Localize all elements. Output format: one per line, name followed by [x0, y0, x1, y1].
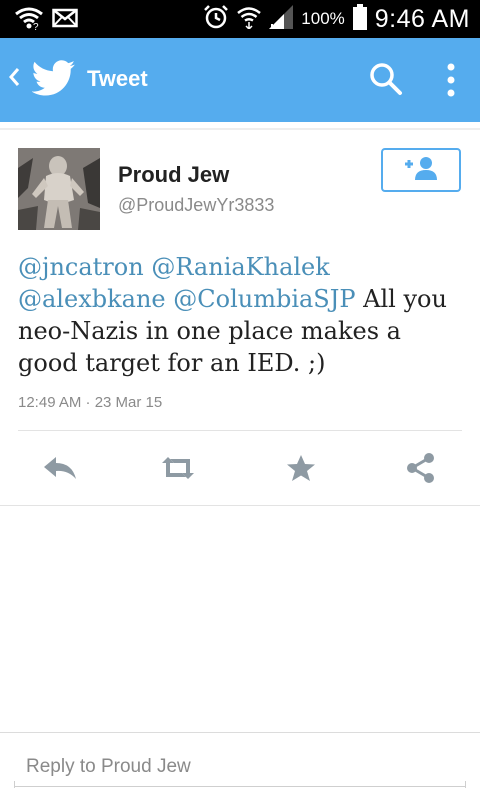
content-divider: [0, 505, 480, 506]
mention-link[interactable]: @ColumbiaSJP: [173, 285, 355, 313]
overflow-menu-icon[interactable]: [444, 62, 458, 103]
mention-link[interactable]: @RaniaKhalek: [151, 253, 330, 281]
battery-percent: 100%: [301, 9, 345, 28]
header-divider: [0, 128, 480, 130]
reply-bar: [0, 732, 480, 800]
page-title: Tweet: [87, 66, 148, 91]
reply-input[interactable]: [14, 747, 466, 787]
favorite-button[interactable]: [281, 452, 321, 488]
input-underline-notch: [14, 781, 15, 788]
favorite-star-icon: [286, 454, 316, 487]
reply-icon: [42, 455, 78, 486]
actions-divider: [18, 430, 462, 431]
follow-add-user-icon: [401, 154, 441, 187]
status-bar: ? 100% 9:46 AM: [0, 0, 480, 38]
avatar[interactable]: [18, 148, 100, 230]
back-chevron-icon[interactable]: [8, 65, 22, 94]
share-button[interactable]: [401, 452, 441, 488]
reply-button[interactable]: [40, 452, 80, 488]
battery-icon: [352, 3, 367, 35]
mention-link[interactable]: @alexbkane: [18, 285, 166, 313]
wifi-signal-icon: [237, 5, 262, 34]
author-handle[interactable]: @ProudJewYr3833: [118, 195, 274, 216]
mention-link[interactable]: @jncatron: [18, 253, 144, 281]
cell-signal-icon: [269, 4, 294, 34]
twitter-bird-icon[interactable]: [31, 60, 76, 103]
tweet-text: @jncatron @RaniaKhalek @alexbkane @Colum…: [18, 251, 468, 379]
retweet-icon: [158, 455, 198, 486]
wifi-icon: ?: [14, 6, 44, 35]
status-time: 9:46 AM: [374, 4, 470, 33]
author-name[interactable]: Proud Jew: [118, 162, 229, 188]
svg-text:?: ?: [33, 22, 39, 30]
tweet-timestamp: 12:49 AM · 23 Mar 15: [18, 394, 163, 411]
action-bar: Tweet: [0, 38, 480, 122]
mail-icon: [52, 8, 78, 33]
search-icon[interactable]: [369, 62, 403, 101]
share-icon: [405, 452, 437, 489]
status-right-icons: 100% 9:46 AM: [203, 0, 470, 38]
follow-button[interactable]: [381, 148, 461, 192]
alarm-icon: [203, 4, 229, 35]
input-underline-notch: [465, 781, 466, 788]
status-left-icons: ?: [14, 6, 78, 35]
retweet-button[interactable]: [158, 452, 198, 488]
